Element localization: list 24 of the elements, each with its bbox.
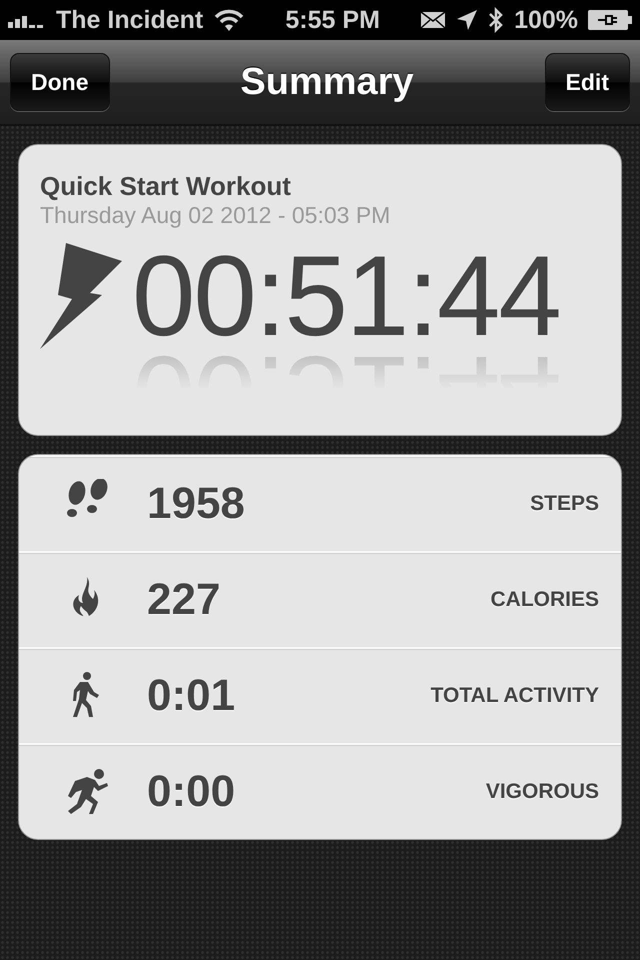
- stat-value: 0:01: [147, 671, 236, 721]
- stat-value: 227: [147, 575, 220, 625]
- location-icon: [456, 9, 478, 31]
- running-person-icon: [65, 767, 109, 817]
- clock-time: 5:55 PM: [285, 6, 380, 34]
- stat-value: 0:00: [147, 767, 236, 817]
- wifi-icon: [213, 8, 246, 32]
- battery-icon: [588, 10, 632, 30]
- stat-label: STEPS: [530, 492, 599, 516]
- edit-button[interactable]: Edit: [544, 53, 630, 111]
- stat-label: TOTAL ACTIVITY: [430, 684, 599, 708]
- stat-label: CALORIES: [490, 588, 599, 612]
- duration-timer: 00:51:44: [132, 237, 560, 357]
- carrier-name: The Incident: [56, 6, 204, 34]
- battery-percent: 100%: [514, 6, 578, 34]
- workout-date: Thursday Aug 02 2012 - 05:03 PM: [40, 201, 392, 229]
- workout-title: Quick Start Workout: [40, 171, 292, 201]
- stat-value: 1958: [147, 479, 245, 529]
- nav-title: Summary: [240, 60, 414, 104]
- stat-label: VIGOROUS: [486, 780, 599, 804]
- done-button[interactable]: Done: [10, 53, 110, 111]
- bluetooth-icon: [488, 7, 504, 33]
- mail-icon: [420, 11, 446, 29]
- lightning-icon: [40, 243, 122, 349]
